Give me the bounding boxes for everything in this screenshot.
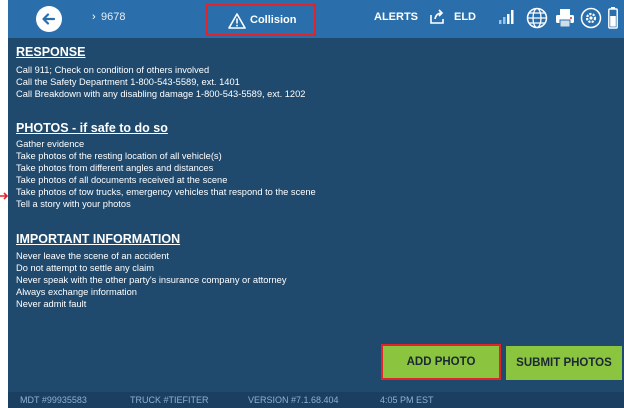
collision-label: Collision xyxy=(250,14,297,26)
response-heading: RESPONSE xyxy=(16,45,86,59)
top-bar: › 9678 Collision ALERTS ELD xyxy=(8,0,624,38)
photos-line: Take photos from different angles and di… xyxy=(16,163,214,173)
battery-icon xyxy=(608,7,618,29)
important-info-line: Never admit fault xyxy=(16,299,87,309)
submit-photos-button[interactable]: SUBMIT PHOTOS xyxy=(506,346,622,380)
signal-icon xyxy=(499,10,514,24)
alerts-button[interactable]: ALERTS xyxy=(374,11,418,23)
status-footer: MDT #99935583 TRUCK #TIEFITER VERSION #7… xyxy=(8,392,624,408)
response-line: Call Breakdown with any disabling damage… xyxy=(16,89,306,99)
clock-time: 4:05 PM EST xyxy=(380,395,434,405)
back-arrow-icon xyxy=(42,13,56,25)
important-info-heading: IMPORTANT INFORMATION xyxy=(16,232,181,246)
photos-line: Tell a story with your photos xyxy=(16,199,131,209)
photos-line: Take photos of the resting location of a… xyxy=(16,151,222,161)
app-version: VERSION #7.1.68.404 xyxy=(248,395,339,405)
collision-tab[interactable]: Collision xyxy=(206,4,316,36)
truck-id: TRUCK #TIEFITER xyxy=(130,395,209,405)
gear-icon[interactable] xyxy=(580,7,602,29)
warning-triangle-icon xyxy=(228,13,246,29)
photos-line: Take photos of tow trucks, emergency veh… xyxy=(16,187,316,197)
back-button[interactable] xyxy=(36,6,62,32)
printer-icon[interactable] xyxy=(554,7,576,29)
photos-line: Take photos of all documents received at… xyxy=(16,175,228,185)
share-icon[interactable] xyxy=(429,9,445,25)
important-info-line: Do not attempt to settle any claim xyxy=(16,263,154,273)
mdt-number: MDT #99935583 xyxy=(20,395,87,405)
important-info-line: Always exchange information xyxy=(16,287,137,297)
photos-heading: PHOTOS - if safe to do so xyxy=(16,121,168,135)
photos-line: Gather evidence xyxy=(16,139,85,149)
important-info-line: Never leave the scene of an accident xyxy=(16,251,169,261)
eld-button[interactable]: ELD xyxy=(454,11,476,23)
truck-chevron-icon: › xyxy=(92,11,96,23)
response-line: Call the Safety Department 1-800-543-558… xyxy=(16,77,240,87)
add-photo-button[interactable]: ADD PHOTO xyxy=(381,344,501,380)
response-line: Call 911; Check on condition of others i… xyxy=(16,65,210,75)
app-frame: › 9678 Collision ALERTS ELD RESPONSE Cal… xyxy=(8,0,624,408)
globe-icon[interactable] xyxy=(526,7,548,29)
important-info-line: Never speak with the other party's insur… xyxy=(16,275,287,285)
truck-number[interactable]: 9678 xyxy=(101,11,125,23)
